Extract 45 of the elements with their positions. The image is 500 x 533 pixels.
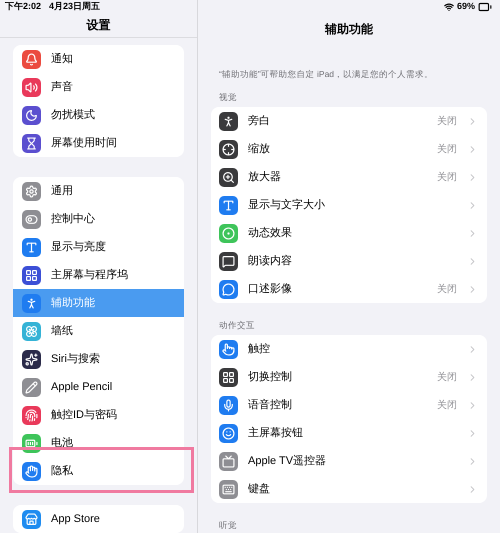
settings-row[interactable]: 放大器 关闭	[211, 163, 487, 191]
row-value: 关闭	[437, 398, 457, 412]
battery-icon	[478, 0, 492, 14]
settings-row[interactable]: 主屏幕按钮	[211, 419, 487, 447]
status-date: 4月23日周五	[49, 0, 100, 13]
settings-row[interactable]: 旁白 关闭	[211, 107, 487, 135]
settings-row[interactable]: 触控	[211, 335, 487, 363]
settings-row[interactable]: 切换控制 关闭	[211, 363, 487, 391]
page-title: 辅助功能	[325, 20, 373, 38]
section-header: 听觉	[219, 520, 237, 529]
sidebar-item[interactable]: 屏幕使用时间	[13, 129, 184, 157]
battery-level: 69%	[456, 0, 475, 14]
section-header: 视觉	[219, 92, 237, 101]
settings-row[interactable]: 键盘	[211, 475, 487, 503]
settings-row[interactable]: 朗读内容	[211, 247, 487, 275]
sidebar-item[interactable]: 声音	[13, 73, 184, 101]
settings-row[interactable]: 口述影像 关闭	[211, 275, 487, 303]
sidebar-item[interactable]: 通知	[13, 45, 184, 73]
row-value: 关闭	[437, 282, 457, 296]
sidebar-item[interactable]: Siri与搜索	[13, 345, 184, 373]
settings-row[interactable]: Apple TV遥控器	[211, 447, 487, 475]
settings-row[interactable]: 语音控制 关闭	[211, 391, 487, 419]
settings-row[interactable]: 动态效果	[211, 219, 487, 247]
sidebar-item[interactable]: App Store	[13, 505, 184, 533]
status-time: 下午2:02	[5, 0, 42, 13]
description-text: “辅助功能”可帮助您自定 iPad，以满足您的个人需求。	[218, 68, 434, 81]
sidebar-title: 设置	[86, 17, 110, 34]
settings-row[interactable]: 显示与文字大小	[211, 191, 487, 219]
sidebar-item[interactable]: 勿扰模式	[13, 101, 184, 129]
row-value: 关闭	[437, 142, 457, 156]
row-value: 关闭	[437, 170, 457, 184]
sidebar-item[interactable]: 隐私	[13, 457, 184, 485]
sidebar-item[interactable]: 控制中心	[13, 205, 184, 233]
wifi-icon	[444, 2, 454, 12]
sidebar-item[interactable]: 通用	[13, 177, 184, 205]
sidebar-item[interactable]: Apple Pencil	[13, 373, 184, 401]
settings-row[interactable]: 缩放 关闭	[211, 135, 487, 163]
sidebar-item[interactable]: 电池	[13, 429, 184, 457]
row-value: 关闭	[437, 114, 457, 128]
row-value: 关闭	[437, 370, 457, 384]
sidebar-item[interactable]: 触控ID与密码	[13, 401, 184, 429]
section-header: 动作交互	[219, 320, 255, 329]
sidebar-item[interactable]: 显示与亮度	[13, 233, 184, 261]
sidebar-item[interactable]: 墙纸	[13, 317, 184, 345]
sidebar-item[interactable]: 主屏幕与程序坞	[13, 261, 184, 289]
